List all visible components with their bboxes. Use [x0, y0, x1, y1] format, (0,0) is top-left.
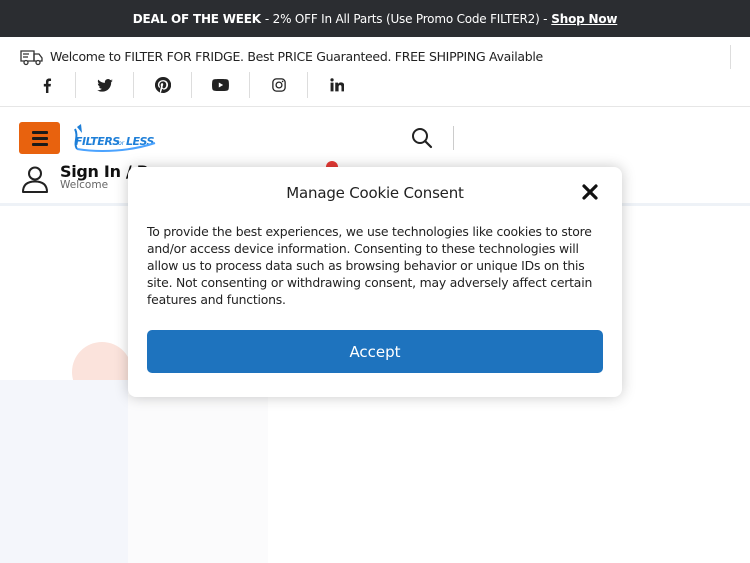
- search-icon[interactable]: [411, 127, 433, 149]
- deal-text: - 2% OFF In All Parts (Use Promo Code FI…: [264, 11, 548, 26]
- welcome-text: Welcome to FILTER FOR FRIDGE. Best PRICE…: [50, 49, 543, 64]
- user-icon[interactable]: [21, 165, 49, 193]
- account-welcome: Welcome: [60, 179, 109, 191]
- pinterest-icon: [154, 77, 171, 93]
- close-icon[interactable]: [581, 183, 599, 201]
- accept-button[interactable]: Accept: [147, 330, 603, 373]
- hamburger-line: [31, 142, 48, 146]
- header-divider: [0, 106, 750, 107]
- modal-title: Manage Cookie Consent: [286, 184, 464, 202]
- search-divider: [453, 126, 454, 150]
- youtube-link[interactable]: [192, 72, 250, 98]
- info-bar: Welcome to FILTER FOR FRIDGE. Best PRICE…: [0, 37, 750, 77]
- deal-label: DEAL OF THE WEEK: [132, 11, 261, 26]
- truck-icon: [20, 50, 43, 66]
- twitter-icon: [96, 78, 113, 92]
- product-image: [128, 395, 268, 563]
- promo-bar: DEAL OF THE WEEK - 2% OFF In All Parts (…: [0, 0, 750, 37]
- cookie-consent-modal: Manage Cookie Consent To provide the bes…: [128, 167, 622, 397]
- cookie-description: To provide the best experiences, we use …: [147, 224, 593, 307]
- product-image: [0, 380, 128, 563]
- instagram-icon: [271, 78, 286, 92]
- site-logo[interactable]: FILTERS for LESS: [71, 123, 157, 154]
- facebook-link[interactable]: [18, 72, 76, 98]
- linkedin-link[interactable]: [308, 72, 366, 98]
- menu-button[interactable]: [19, 122, 60, 154]
- svg-text:for: for: [116, 140, 125, 147]
- shop-now-link[interactable]: Shop Now: [551, 12, 617, 26]
- divider: [730, 45, 731, 69]
- twitter-link[interactable]: [76, 72, 134, 98]
- hamburger-line: [31, 136, 48, 140]
- facebook-icon: [43, 77, 51, 93]
- hamburger-icon: [31, 130, 48, 134]
- svg-text:FILTERS: FILTERS: [75, 135, 120, 148]
- linkedin-icon: [330, 78, 344, 92]
- social-links: [18, 72, 366, 98]
- youtube-icon: [212, 79, 229, 91]
- pinterest-link[interactable]: [134, 72, 192, 98]
- instagram-link[interactable]: [250, 72, 308, 98]
